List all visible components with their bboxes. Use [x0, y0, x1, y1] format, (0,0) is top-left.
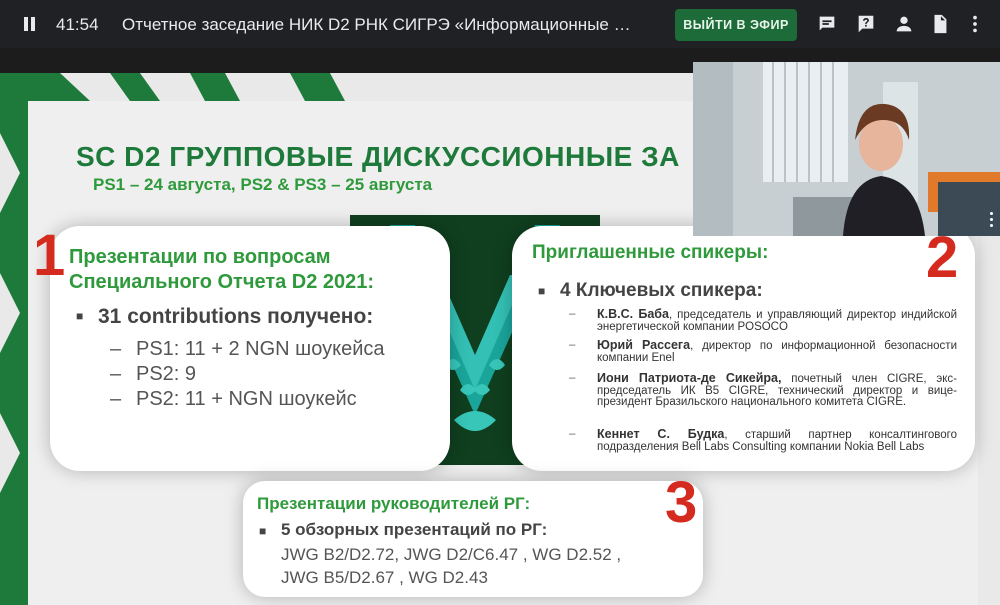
speaker-item: К.В.С. Баба, председатель и управляющий … — [569, 308, 957, 333]
card3-line: JWG B5/D2.67 , WG D2.43 — [281, 568, 488, 587]
card2-bullet: 4 Ключевых спикера: — [538, 280, 763, 302]
slide-subtitle: PS1 – 24 августа, PS2 & PS3 – 25 августа — [93, 175, 433, 194]
card3-bullet: 5 обзорных презентаций по РГ: — [259, 520, 547, 540]
more-vert-icon[interactable] — [964, 13, 986, 35]
card1-number: 1 — [33, 223, 66, 288]
person-icon[interactable] — [893, 13, 915, 35]
top-bar: 41:54 Отчетное заседание НИК D2 РНК СИГР… — [0, 0, 1000, 48]
card1-heading-line2: Специального Отчета D2 2021: — [69, 271, 375, 293]
card2-heading: Приглашенные спикеры: — [532, 242, 769, 263]
card1-item: PS2: 11 + NGN шоукейс — [110, 388, 357, 411]
speaker-item: Кеннет С. Будка, старший партнер консалт… — [569, 428, 957, 453]
pause-icon[interactable] — [20, 14, 40, 34]
card1-heading-line1: Презентации по вопросам — [69, 246, 331, 268]
stream-title: Отчетное заседание НИК D2 РНК СИГРЭ «Инф… — [122, 15, 631, 34]
speaker-camera-image — [693, 62, 1000, 236]
speaker-item: Юрий Рассега, директор по информационной… — [569, 339, 957, 364]
speaker-item: Иони Патриота-де Сикейра, почетный член … — [569, 372, 957, 409]
document-icon[interactable] — [929, 13, 951, 35]
slide-green-border — [0, 73, 28, 605]
card2-number: 2 — [926, 225, 959, 290]
camera-preview[interactable] — [693, 62, 1000, 236]
card3-line: JWG B2/D2.72, JWG D2/C6.47 , WG D2.52 , — [281, 545, 622, 564]
stream-timer: 41:54 — [56, 15, 99, 34]
card3-heading: Презентации руководителей РГ: — [257, 494, 531, 513]
card1-item: PS2: 9 — [110, 363, 196, 386]
slide-title: SC D2 ГРУППОВЫЕ ДИСКУССИОННЫЕ ЗА — [76, 141, 680, 172]
go-live-button[interactable]: ВЫЙТИ В ЭФИР — [675, 9, 797, 41]
card1-bullet: 31 contributions получено: — [76, 305, 373, 329]
question-icon[interactable] — [855, 13, 877, 35]
slide-top-decoration — [0, 73, 345, 101]
card3-number: 3 — [665, 470, 698, 535]
more-vert-icon[interactable] — [990, 212, 994, 230]
chat-icon[interactable] — [816, 13, 838, 35]
card1-item: PS1: 11 + 2 NGN шоукейса — [110, 338, 384, 361]
